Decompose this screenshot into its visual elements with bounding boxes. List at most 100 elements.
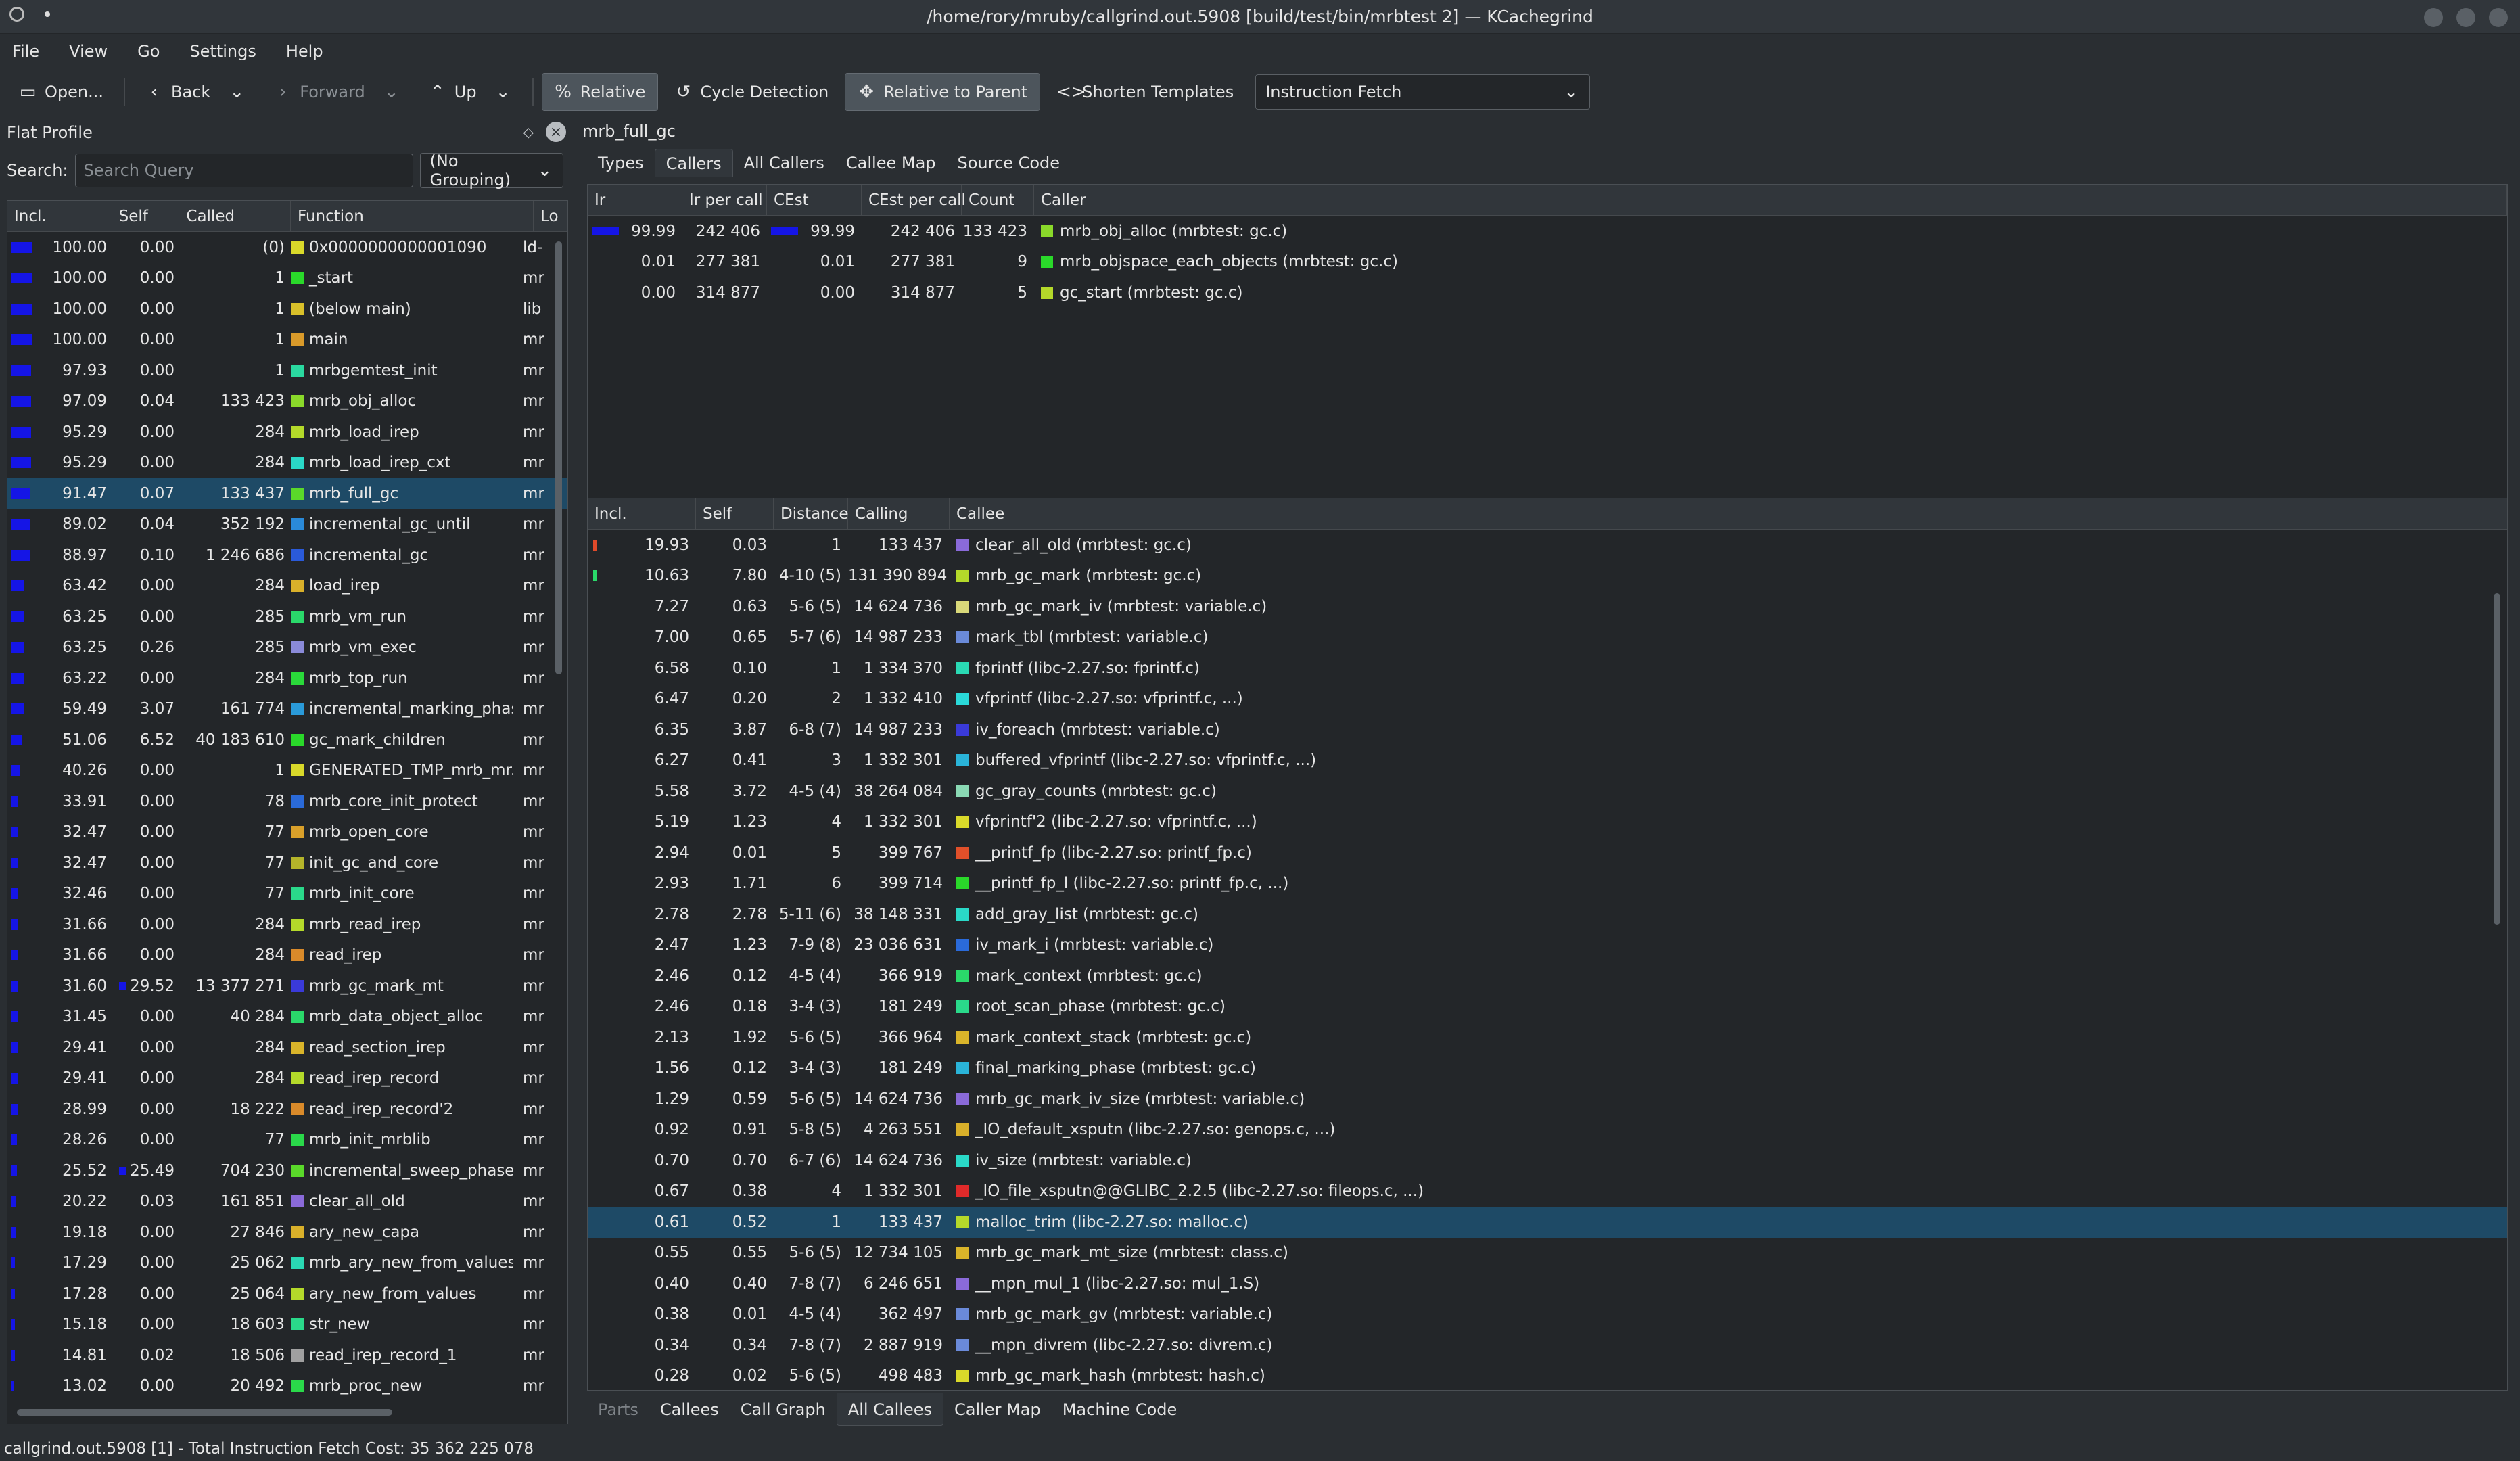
table-row[interactable]: 0.38 0.01 4-5 (4) 362 497 mrb_gc_mark_gv (mr… bbox=[588, 1299, 2507, 1330]
horizontal-scrollbar[interactable] bbox=[17, 1409, 392, 1416]
tab-callee-map[interactable]: Callee Map bbox=[835, 149, 947, 177]
chevron-down-icon[interactable]: ⌄ bbox=[383, 82, 400, 102]
table-row[interactable]: 17.28 0.00 25 064 ary_new_from_values mr bbox=[7, 1278, 567, 1309]
open-button[interactable]: ▭ Open... bbox=[7, 73, 116, 111]
table-row[interactable]: 31.45 0.00 40 284 mrb_data_object_alloc mr bbox=[7, 1002, 567, 1033]
table-row[interactable]: 95.29 0.00 284 mrb_load_irep_cxt mr bbox=[7, 448, 567, 479]
table-row[interactable]: 2.94 0.01 5 399 767 __printf_fp (libc-2.27.s… bbox=[588, 837, 2507, 868]
table-row[interactable]: 88.97 0.10 1 246 686 incremental_gc mr bbox=[7, 540, 567, 571]
float-icon[interactable]: ◇ bbox=[523, 124, 534, 140]
table-row[interactable]: 0.92 0.91 5-8 (5) 4 263 551 _IO_default_xspu… bbox=[588, 1115, 2507, 1146]
close-icon[interactable]: × bbox=[546, 122, 566, 142]
table-row[interactable]: 31.66 0.00 284 read_irep mr bbox=[7, 940, 567, 971]
table-row[interactable]: 13.02 0.00 20 492 mrb_proc_new mr bbox=[7, 1371, 567, 1402]
table-row[interactable]: 100.00 0.00 1 (below main) lib bbox=[7, 294, 567, 325]
table-row[interactable]: 6.35 3.87 6-8 (7) 14 987 233 iv_foreach (mrb… bbox=[588, 714, 2507, 745]
close-window-icon[interactable] bbox=[2489, 8, 2508, 27]
vertical-scrollbar[interactable] bbox=[2494, 593, 2500, 925]
header-incl[interactable]: Incl. bbox=[7, 201, 112, 231]
header-function[interactable]: Function bbox=[291, 201, 534, 231]
tab-all-callers[interactable]: All Callers bbox=[733, 149, 835, 177]
table-row[interactable]: 0.01 277 381 0.01 277 381 9 mrb_objspace_each… bbox=[588, 247, 2507, 278]
table-row[interactable]: 2.46 0.12 4-5 (4) 366 919 mark_context (mrbt… bbox=[588, 960, 2507, 992]
tab-types[interactable]: Types bbox=[587, 149, 655, 177]
table-row[interactable]: 19.18 0.00 27 846 ary_new_capa mr bbox=[7, 1217, 567, 1248]
table-row[interactable]: 100.00 0.00 1 _start mr bbox=[7, 263, 567, 294]
menu-go[interactable]: Go bbox=[137, 42, 160, 61]
table-row[interactable]: 2.47 1.23 7-9 (8) 23 036 631 iv_mark_i (mrbt… bbox=[588, 930, 2507, 961]
table-row[interactable]: 29.41 0.00 284 read_irep_record mr bbox=[7, 1063, 567, 1094]
table-row[interactable]: 33.91 0.00 78 mrb_core_init_protect mr bbox=[7, 786, 567, 817]
menu-settings[interactable]: Settings bbox=[189, 42, 256, 61]
header-called[interactable]: Called bbox=[179, 201, 291, 231]
event-type-select[interactable]: Instruction Fetch ⌄ bbox=[1255, 74, 1591, 110]
header-count[interactable]: Count bbox=[962, 185, 1034, 215]
header-callee[interactable]: Callee bbox=[950, 498, 2471, 529]
table-row[interactable]: 31.60 29.52 13 377 271 mrb_gc_mark_mt mr bbox=[7, 971, 567, 1002]
search-input[interactable] bbox=[74, 154, 413, 187]
table-row[interactable]: 100.00 0.00 (0) 0x0000000000001090 ld- bbox=[7, 232, 567, 263]
menu-help[interactable]: Help bbox=[286, 42, 323, 61]
table-row[interactable]: 89.02 0.04 352 192 incremental_gc_until mr bbox=[7, 509, 567, 540]
maximize-icon[interactable] bbox=[2456, 8, 2475, 27]
tab-source-code[interactable]: Source Code bbox=[947, 149, 1071, 177]
table-row[interactable]: 99.99 242 406 99.99 242 406 133 423 mrb_obj_a… bbox=[588, 216, 2507, 247]
table-row[interactable]: 0.55 0.55 5-6 (5) 12 734 105 mrb_gc_mark_mt_… bbox=[588, 1238, 2507, 1269]
header-distance[interactable]: Distance bbox=[774, 498, 849, 529]
chevron-down-icon[interactable]: ⌄ bbox=[494, 82, 512, 102]
table-row[interactable]: 31.66 0.00 284 mrb_read_irep mr bbox=[7, 909, 567, 940]
table-row[interactable]: 63.25 0.26 285 mrb_vm_exec mr bbox=[7, 632, 567, 664]
table-row[interactable]: 95.29 0.00 284 mrb_load_irep mr bbox=[7, 417, 567, 448]
table-row[interactable]: 1.29 0.59 5-6 (5) 14 624 736 mrb_gc_mark_iv_… bbox=[588, 1084, 2507, 1115]
table-row[interactable]: 29.41 0.00 284 read_section_irep mr bbox=[7, 1032, 567, 1063]
table-row[interactable]: 28.99 0.00 18 222 read_irep_record'2 mr bbox=[7, 1094, 567, 1125]
up-button[interactable]: ⌃ Up ⌄ bbox=[417, 73, 524, 111]
table-row[interactable]: 6.47 0.20 2 1 332 410 vfprintf (libc-2.27.so… bbox=[588, 684, 2507, 715]
tab-parts[interactable]: Parts bbox=[587, 1393, 649, 1426]
table-row[interactable]: 32.47 0.00 77 init_gc_and_core mr bbox=[7, 848, 567, 879]
table-row[interactable]: 0.70 0.70 6-7 (6) 14 624 736 iv_size (mrbtes… bbox=[588, 1145, 2507, 1176]
header-caller[interactable]: Caller bbox=[1034, 185, 2507, 215]
header-self[interactable]: Self bbox=[696, 498, 774, 529]
header-self[interactable]: Self bbox=[112, 201, 180, 231]
table-row[interactable]: 63.22 0.00 284 mrb_top_run mr bbox=[7, 663, 567, 694]
table-row[interactable]: 63.42 0.00 284 load_irep mr bbox=[7, 571, 567, 602]
table-row[interactable]: 1.56 0.12 3-4 (3) 181 249 final_marking_phas… bbox=[588, 1053, 2507, 1084]
grouping-select[interactable]: (No Grouping) ⌄ bbox=[419, 152, 563, 189]
table-row[interactable]: 19.93 0.03 1 133 437 clear_all_old (mrbtest:… bbox=[588, 530, 2507, 561]
table-row[interactable]: 0.28 0.02 5-6 (5) 498 483 mrb_gc_mark_hash (… bbox=[588, 1361, 2507, 1391]
relative-to-parent-toggle[interactable]: ✥ Relative to Parent bbox=[845, 73, 1041, 111]
chevron-down-icon[interactable]: ⌄ bbox=[228, 82, 246, 102]
header-location[interactable]: Lo bbox=[534, 201, 567, 231]
header-ir-per-call[interactable]: Ir per call bbox=[682, 185, 767, 215]
table-row[interactable]: 7.00 0.65 5-7 (6) 14 987 233 mark_tbl (mrbte… bbox=[588, 622, 2507, 653]
table-row[interactable]: 0.00 314 877 0.00 314 877 5 gc_start (mrbtest… bbox=[588, 277, 2507, 308]
table-row[interactable]: 63.25 0.00 285 mrb_vm_run mr bbox=[7, 601, 567, 632]
minimize-icon[interactable] bbox=[2424, 8, 2443, 27]
table-row[interactable]: 0.40 0.40 7-8 (7) 6 246 651 __mpn_mul_1 (lib… bbox=[588, 1268, 2507, 1299]
table-row[interactable]: 59.49 3.07 161 774 incremental_marking_phas… bbox=[7, 694, 567, 725]
table-row[interactable]: 2.78 2.78 5-11 (6) 38 148 331 add_gray_list … bbox=[588, 899, 2507, 930]
table-row[interactable]: 25.52 25.49 704 230 incremental_sweep_phase… bbox=[7, 1155, 567, 1186]
table-row[interactable]: 6.27 0.41 3 1 332 301 buffered_vfprintf (lib… bbox=[588, 745, 2507, 776]
table-row[interactable]: 2.46 0.18 3-4 (3) 181 249 root_scan_phase (m… bbox=[588, 992, 2507, 1023]
table-row[interactable]: 6.58 0.10 1 1 334 370 fprintf (libc-2.27.so:… bbox=[588, 653, 2507, 684]
menu-view[interactable]: View bbox=[69, 42, 108, 61]
relative-toggle[interactable]: % Relative bbox=[541, 73, 659, 111]
table-row[interactable]: 91.47 0.07 133 437 mrb_full_gc mr bbox=[7, 478, 567, 509]
table-row[interactable]: 20.22 0.03 161 851 clear_all_old mr bbox=[7, 1186, 567, 1218]
table-row[interactable]: 97.09 0.04 133 423 mrb_obj_alloc mr bbox=[7, 386, 567, 417]
table-row[interactable]: 2.93 1.71 6 399 714 __printf_fp_l (libc-2.27… bbox=[588, 868, 2507, 900]
tab-callers[interactable]: Callers bbox=[654, 149, 733, 177]
header-cest[interactable]: CEst bbox=[767, 185, 862, 215]
tab-all-callees[interactable]: All Callees bbox=[836, 1393, 943, 1426]
table-row[interactable]: 5.58 3.72 4-5 (4) 38 264 084 gc_gray_counts … bbox=[588, 776, 2507, 807]
table-row[interactable]: 40.26 0.00 1 GENERATED_TMP_mrb_mr... mr bbox=[7, 756, 567, 787]
table-row[interactable]: 51.06 6.52 40 183 610 gc_mark_children mr bbox=[7, 724, 567, 756]
table-row[interactable]: 100.00 0.00 1 main mr bbox=[7, 325, 567, 356]
table-row[interactable]: 32.46 0.00 77 mrb_init_core mr bbox=[7, 879, 567, 910]
table-row[interactable]: 28.26 0.00 77 mrb_init_mrblib mr bbox=[7, 1125, 567, 1156]
tab-call-graph[interactable]: Call Graph bbox=[730, 1393, 837, 1426]
shorten-templates-toggle[interactable]: <> Shorten Templates bbox=[1044, 73, 1246, 111]
app-icon[interactable] bbox=[9, 7, 24, 22]
